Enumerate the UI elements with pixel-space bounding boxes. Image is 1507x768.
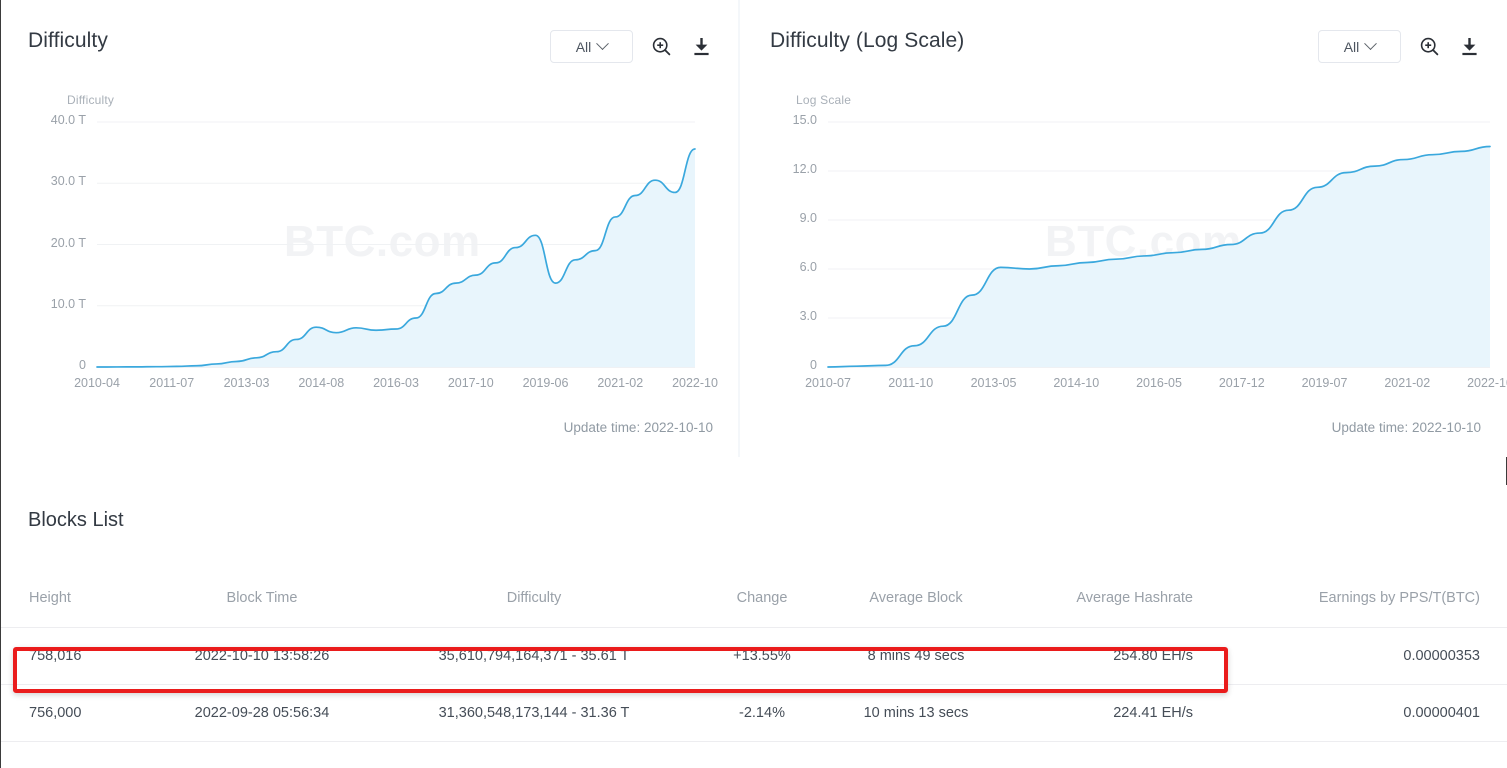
y-axis-tick-label: 12.0 bbox=[792, 162, 817, 176]
y-axis-tick-label: 6.0 bbox=[799, 260, 817, 274]
y-axis-tick-label: 9.0 bbox=[799, 211, 817, 225]
table-row[interactable]: 756,000 2022-09-28 05:56:34 31,360,548,1… bbox=[1, 685, 1507, 742]
average-hashrate-value: 224.41 EH/s bbox=[1113, 705, 1193, 721]
block-height-link[interactable]: 758,016 bbox=[1, 648, 151, 664]
table-row[interactable]: 758,016 2022-10-10 13:58:26 35,610,794,1… bbox=[1, 628, 1507, 685]
block-time-value: 2022-10-10 13:58:26 bbox=[194, 648, 330, 664]
difficulty-value: 31,360,548,173,144 - 31.36 T bbox=[438, 705, 630, 721]
difficulty-chart-title: Difficulty bbox=[28, 29, 108, 52]
difficulty-chart-tools: All bbox=[550, 30, 713, 63]
difficulty-log-plot-svg bbox=[827, 121, 1491, 368]
difficulty-log-update-time: Update time: 2022-10-10 bbox=[1331, 420, 1481, 435]
column-header-average-hashrate: Average Hashrate bbox=[1076, 589, 1193, 606]
difficulty-log-plot: Log Scale BTC.com 0 3.0 6.0 9.0 12.0 15.0 2010… bbox=[740, 82, 1507, 412]
x-axis-tick-label: 2021-02 bbox=[1384, 376, 1431, 390]
difficulty-chart-header: Difficulty All bbox=[1, 0, 738, 82]
range-select-difficulty-log[interactable]: All bbox=[1318, 30, 1401, 63]
y-axis-tick-label: 40.0 T bbox=[50, 113, 86, 127]
difficulty-value: 35,610,794,164,371 - 35.61 T bbox=[438, 648, 630, 664]
x-axis-tick-label: 2022-10 bbox=[1467, 376, 1507, 390]
difficulty-log-chart-tools: All bbox=[1318, 30, 1481, 63]
difficulty-log-chart-header: Difficulty (Log Scale) All bbox=[740, 0, 1507, 82]
x-axis-tick-label: 2022-10 bbox=[672, 376, 718, 390]
y-axis-tick-label: 10.0 T bbox=[50, 296, 86, 311]
column-header-block-time: Block Time bbox=[226, 589, 298, 606]
y-axis-tick-label: 30.0 T bbox=[50, 174, 86, 189]
x-axis-tick-label: 2014-10 bbox=[1053, 376, 1100, 390]
x-axis-tick-label: 2010-07 bbox=[805, 376, 851, 390]
difficulty-plot: Difficulty BTC.com 0 10.0 T 20.0 T 30.0 T 40… bbox=[1, 82, 738, 412]
x-axis-tick-label: 2017-12 bbox=[1218, 376, 1265, 390]
y-axis-tick-label: 3.0 bbox=[799, 309, 817, 323]
change-value: +13.55% bbox=[733, 648, 791, 664]
blocks-list-title: Blocks List bbox=[28, 509, 124, 531]
download-icon[interactable] bbox=[689, 35, 713, 59]
column-header-change: Change bbox=[736, 589, 788, 606]
average-hashrate-value: 254.80 EH/s bbox=[1113, 648, 1193, 664]
y-axis-tick-label: 0 bbox=[79, 358, 86, 372]
range-select-difficulty[interactable]: All bbox=[550, 30, 633, 63]
average-block-value: 8 mins 49 secs bbox=[867, 648, 965, 664]
x-axis-tick-label: 2013-05 bbox=[970, 376, 1017, 390]
y-axis-tick-label: 15.0 bbox=[792, 113, 817, 127]
earnings-value: 0.00000353 bbox=[1403, 648, 1480, 664]
difficulty-chart-card: Difficulty All Difficulty BTC.com 0 10.0… bbox=[1, 0, 738, 457]
range-select-label: All bbox=[575, 38, 592, 55]
column-header-height: Height bbox=[29, 589, 71, 606]
column-header-average-block: Average Block bbox=[869, 589, 963, 606]
column-header-earnings: Earnings by PPS/T(BTC) bbox=[1318, 589, 1480, 606]
y-axis-tick-label: 0 bbox=[810, 358, 817, 372]
difficulty-plot-svg bbox=[96, 121, 696, 368]
change-value: -2.14% bbox=[739, 705, 785, 721]
chevron-down-icon bbox=[596, 37, 610, 51]
page-root: Difficulty All Difficulty BTC.com 0 10.0… bbox=[0, 0, 1507, 768]
charts-band: Difficulty All Difficulty BTC.com 0 10.0… bbox=[1, 0, 1507, 457]
blocks-list-card: Blocks List Height Block Time Difficulty… bbox=[1, 485, 1507, 768]
x-axis-tick-label: 2011-10 bbox=[888, 376, 934, 390]
block-time-value: 2022-09-28 05:56:34 bbox=[194, 705, 330, 721]
x-axis-tick-label: 2016-05 bbox=[1136, 376, 1182, 390]
block-height-link[interactable]: 756,000 bbox=[1, 705, 151, 721]
column-header-difficulty: Difficulty bbox=[506, 589, 562, 606]
difficulty-log-chart-card: Difficulty (Log Scale) All Log Scale BTC… bbox=[740, 0, 1507, 457]
difficulty-log-chart-title: Difficulty (Log Scale) bbox=[770, 29, 965, 52]
x-axis-tick-label: 2019-07 bbox=[1301, 376, 1348, 390]
difficulty-update-time: Update time: 2022-10-10 bbox=[563, 420, 713, 435]
download-icon[interactable] bbox=[1457, 35, 1481, 59]
y-axis-tick-label: 20.0 T bbox=[50, 235, 86, 250]
blocks-table: Height Block Time Difficulty Change Aver… bbox=[1, 568, 1507, 742]
table-header-row: Height Block Time Difficulty Change Aver… bbox=[1, 568, 1507, 628]
range-select-label: All bbox=[1343, 38, 1360, 55]
magnify-plus-icon[interactable] bbox=[1417, 35, 1441, 59]
magnify-plus-icon[interactable] bbox=[649, 35, 673, 59]
average-block-value: 10 mins 13 secs bbox=[863, 705, 969, 721]
earnings-value: 0.00000401 bbox=[1403, 705, 1480, 721]
chevron-down-icon bbox=[1364, 37, 1378, 51]
